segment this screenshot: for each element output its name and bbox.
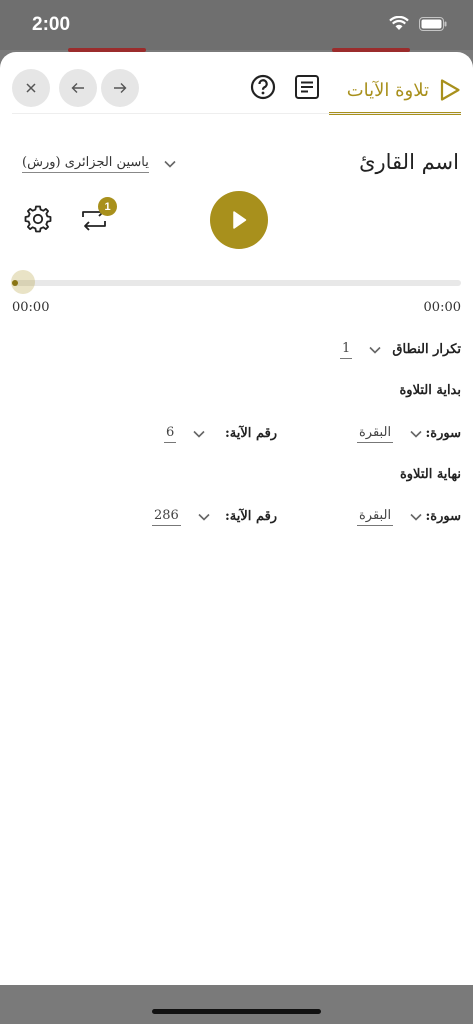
close-button[interactable] <box>12 69 50 107</box>
play-icon <box>233 211 247 229</box>
gear-icon <box>24 205 52 233</box>
document-lines-icon <box>295 75 319 99</box>
play-button[interactable] <box>210 191 268 249</box>
back-button[interactable] <box>59 69 97 107</box>
range-repeat-value: 1 <box>340 341 353 359</box>
end-ayah-label: رقم الآية: <box>225 509 278 524</box>
recitation-sheet: تلاوة الآيات اسم القارئ ياسين الجزائرى (… <box>0 52 473 985</box>
chevron-down-icon <box>410 430 422 438</box>
play-outline-icon <box>440 79 460 101</box>
progress-slider[interactable] <box>12 280 461 286</box>
recitation-end-title: نهاية التلاوة <box>399 467 461 482</box>
tab-recitation[interactable]: تلاوة الآيات <box>329 68 461 115</box>
end-ayah-value: 286 <box>152 508 181 526</box>
arrow-left-icon <box>71 83 84 93</box>
arrow-right-icon <box>114 83 127 93</box>
end-surah-dropdown[interactable]: البقرة <box>357 508 423 526</box>
forward-button[interactable] <box>101 69 139 107</box>
wifi-icon <box>389 16 409 30</box>
settings-button[interactable] <box>23 204 53 238</box>
status-time: 2:00 <box>32 14 71 35</box>
reciter-dropdown[interactable]: ياسين الجزائرى (ورش) <box>22 155 177 173</box>
battery-icon <box>419 16 447 31</box>
elapsed-time: 00:00 <box>12 300 50 315</box>
range-repeat-dropdown[interactable]: 1 <box>340 341 382 359</box>
text-tab[interactable] <box>294 74 320 104</box>
start-surah-label: سورة: <box>425 426 462 441</box>
chevron-down-icon <box>369 346 381 354</box>
close-icon <box>26 83 36 93</box>
slider-thumb-dot <box>12 280 18 286</box>
start-ayah-dropdown[interactable]: 6 <box>164 425 206 443</box>
reciter-selected-value: ياسين الجزائرى (ورش) <box>22 155 149 173</box>
help-icon <box>250 74 276 100</box>
start-surah-dropdown[interactable]: البقرة <box>357 425 423 443</box>
recitation-start-title: بداية التلاوة <box>399 383 461 398</box>
status-icons <box>389 16 447 31</box>
chevron-down-icon <box>198 513 210 521</box>
end-surah-value: البقرة <box>357 508 394 526</box>
end-surah-label: سورة: <box>425 509 462 524</box>
chevron-down-icon <box>193 430 205 438</box>
header-divider <box>12 113 461 114</box>
end-ayah-dropdown[interactable]: 286 <box>152 508 211 526</box>
tab-recitation-label: تلاوة الآيات <box>346 79 429 101</box>
range-repeat-label: تكرار النطاق <box>392 342 461 357</box>
status-bar: 2:00 <box>0 0 473 50</box>
total-time: 00:00 <box>423 300 461 315</box>
start-ayah-label: رقم الآية: <box>225 426 278 441</box>
repeat-count-badge: 1 <box>98 197 117 216</box>
reciter-title: اسم القارئ <box>359 150 459 174</box>
home-indicator <box>152 1009 321 1014</box>
home-bar-area <box>0 985 473 1024</box>
help-tab[interactable] <box>250 74 276 104</box>
start-surah-value: البقرة <box>357 425 394 443</box>
start-ayah-value: 6 <box>164 425 177 443</box>
chevron-down-icon <box>410 513 422 521</box>
chevron-down-icon <box>164 160 176 168</box>
